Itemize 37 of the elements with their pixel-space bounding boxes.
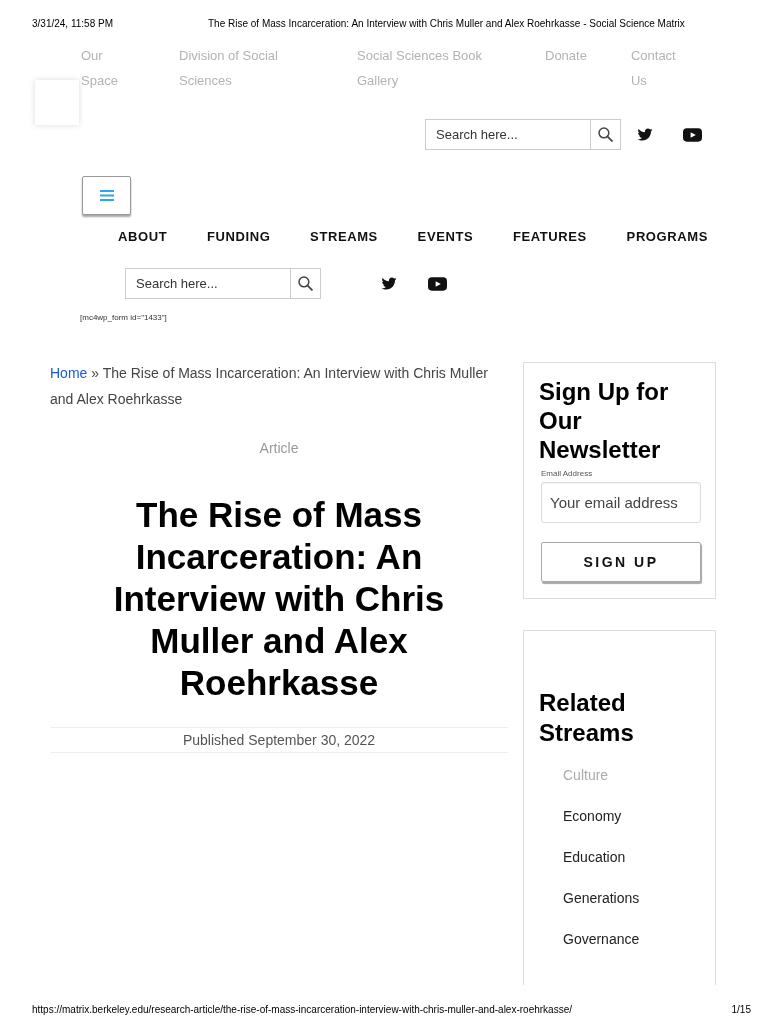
nav-link[interactable]: EVENTS <box>417 229 474 245</box>
nav-link[interactable]: ABOUT <box>118 229 168 245</box>
stream-link[interactable]: Generations <box>563 888 640 908</box>
email-label: Email Address <box>541 469 593 479</box>
email-field[interactable]: Your email address <box>541 482 701 523</box>
search-button[interactable] <box>591 119 621 150</box>
play-button-icon[interactable] <box>428 276 447 291</box>
breadcrumb: Home » The Rise of Mass Incarceration: An Interview with Chris Muller and Alex Roehrkasse <box>50 364 489 409</box>
search-field[interactable]: Search here... <box>425 119 591 150</box>
home-link[interactable]: Home <box>50 365 88 381</box>
newsletter-title: Sign Up for Our Newsletter <box>539 377 670 464</box>
page-url: https://matrix.berkeley.edu/research-article/the-rise-of-mass-incarceration-interview-with-chris-muller-and-alex-roehrkasse/ <box>32 1004 572 1016</box>
stream-link[interactable]: Education <box>563 847 626 867</box>
related-streams-title: Related Streams <box>539 688 635 748</box>
print-date: 3/31/24, 11:58 PM <box>32 18 113 30</box>
menu-icon <box>99 190 114 201</box>
shortcode-text: [mc4wp_form id="1433"] <box>80 313 167 323</box>
search-field[interactable]: Search here... <box>125 268 291 299</box>
page-title: The Rise of Mass Incarceration: An Interview with Chris Muller and Alex Roehrkasse - Social Science Matrix <box>208 18 685 30</box>
nav-link[interactable]: FUNDING <box>206 229 271 245</box>
stream-link[interactable]: Governance <box>563 929 640 949</box>
search-button[interactable] <box>291 268 321 299</box>
menu-button[interactable] <box>82 176 131 215</box>
sign-up-button[interactable]: SIGN UP <box>541 542 701 582</box>
play-button-icon[interactable] <box>683 127 702 142</box>
bird-icon[interactable] <box>380 276 398 291</box>
nav-link[interactable]: PROGRAMS <box>626 229 708 245</box>
search-icon <box>598 127 613 142</box>
bird-icon[interactable] <box>636 127 654 142</box>
search-icon <box>298 276 313 291</box>
nav-link[interactable]: STREAMS <box>310 229 378 245</box>
publish-date: Published September 30, 2022 <box>182 731 376 749</box>
article-title: The Rise of Mass Incarceration: An Interview with Chris Muller and Alex Roehrkasse <box>112 494 446 704</box>
article-category: Article <box>259 439 299 457</box>
stream-link[interactable]: Economy <box>563 806 622 826</box>
page-number: 1/15 <box>731 1004 751 1016</box>
nav-link[interactable]: FEATURES <box>512 229 587 245</box>
